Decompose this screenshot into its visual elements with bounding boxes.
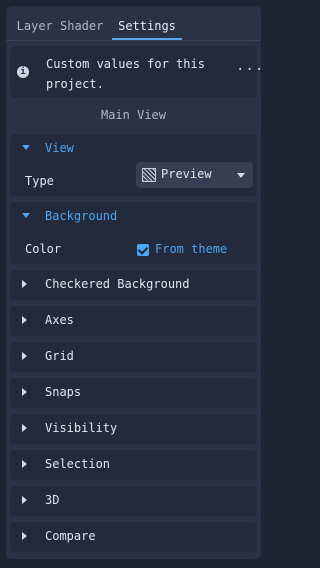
type-select[interactable]: Preview	[136, 162, 253, 188]
from-theme-label[interactable]: From theme	[155, 242, 227, 256]
section-title: Snaps	[45, 385, 82, 399]
3d-section[interactable]: 3D	[10, 486, 257, 516]
color-label: Color	[25, 242, 62, 256]
axes-section[interactable]: Axes	[10, 306, 257, 336]
chevron-right-icon	[22, 388, 27, 396]
more-options-icon[interactable]: ···	[236, 62, 261, 78]
info-text-line1: Custom values for this	[46, 57, 205, 71]
section-title: Visibility	[45, 421, 118, 435]
section-title: 3D	[45, 493, 60, 507]
background-section-header[interactable]: Background	[10, 202, 257, 230]
chevron-right-icon	[22, 316, 27, 324]
preview-icon	[142, 168, 156, 182]
settings-panel: Layer Shader Settings i Custom values fo…	[6, 6, 261, 559]
check-icon	[137, 244, 149, 255]
tab-layer-shader[interactable]: Layer Shader	[14, 16, 106, 38]
selection-section[interactable]: Selection	[10, 450, 257, 480]
section-title: Selection	[45, 457, 111, 471]
chevron-right-icon	[22, 280, 27, 288]
section-title: Compare	[45, 529, 96, 543]
chevron-right-icon	[22, 532, 27, 540]
background-section-title: Background	[45, 209, 118, 223]
chevron-right-icon	[22, 460, 27, 468]
info-text: Custom values for this project.	[46, 54, 226, 94]
info-icon: i	[17, 66, 29, 78]
chevron-right-icon	[22, 352, 27, 360]
section-title: Axes	[45, 313, 74, 327]
chevron-down-icon	[237, 173, 245, 178]
info-banner: i Custom values for this project. ···	[10, 46, 261, 98]
tab-bar: Layer Shader Settings	[6, 6, 261, 40]
chevron-right-icon	[22, 496, 27, 504]
view-section-title: View	[45, 141, 74, 155]
background-section: Background Color From theme	[10, 202, 257, 264]
visibility-section[interactable]: Visibility	[10, 414, 257, 444]
chevron-right-icon	[22, 424, 27, 432]
from-theme-checkbox[interactable]	[137, 244, 149, 256]
checkered-background-section[interactable]: Checkered Background	[10, 270, 257, 300]
tabs-divider	[6, 40, 261, 41]
grid-section[interactable]: Grid	[10, 342, 257, 372]
section-title: Grid	[45, 349, 74, 363]
type-label: Type	[25, 174, 54, 188]
type-select-value: Preview	[161, 167, 212, 181]
view-section: View Type Preview	[10, 134, 257, 196]
view-section-header[interactable]: View	[10, 134, 257, 162]
tab-settings[interactable]: Settings	[112, 16, 182, 38]
snaps-section[interactable]: Snaps	[10, 378, 257, 408]
section-title: Checkered Background	[45, 277, 190, 291]
main-view-label: Main View	[100, 108, 167, 122]
compare-section[interactable]: Compare	[10, 522, 257, 552]
chevron-down-icon	[22, 213, 30, 218]
info-text-line2: project.	[46, 77, 104, 91]
chevron-down-icon	[22, 145, 30, 150]
